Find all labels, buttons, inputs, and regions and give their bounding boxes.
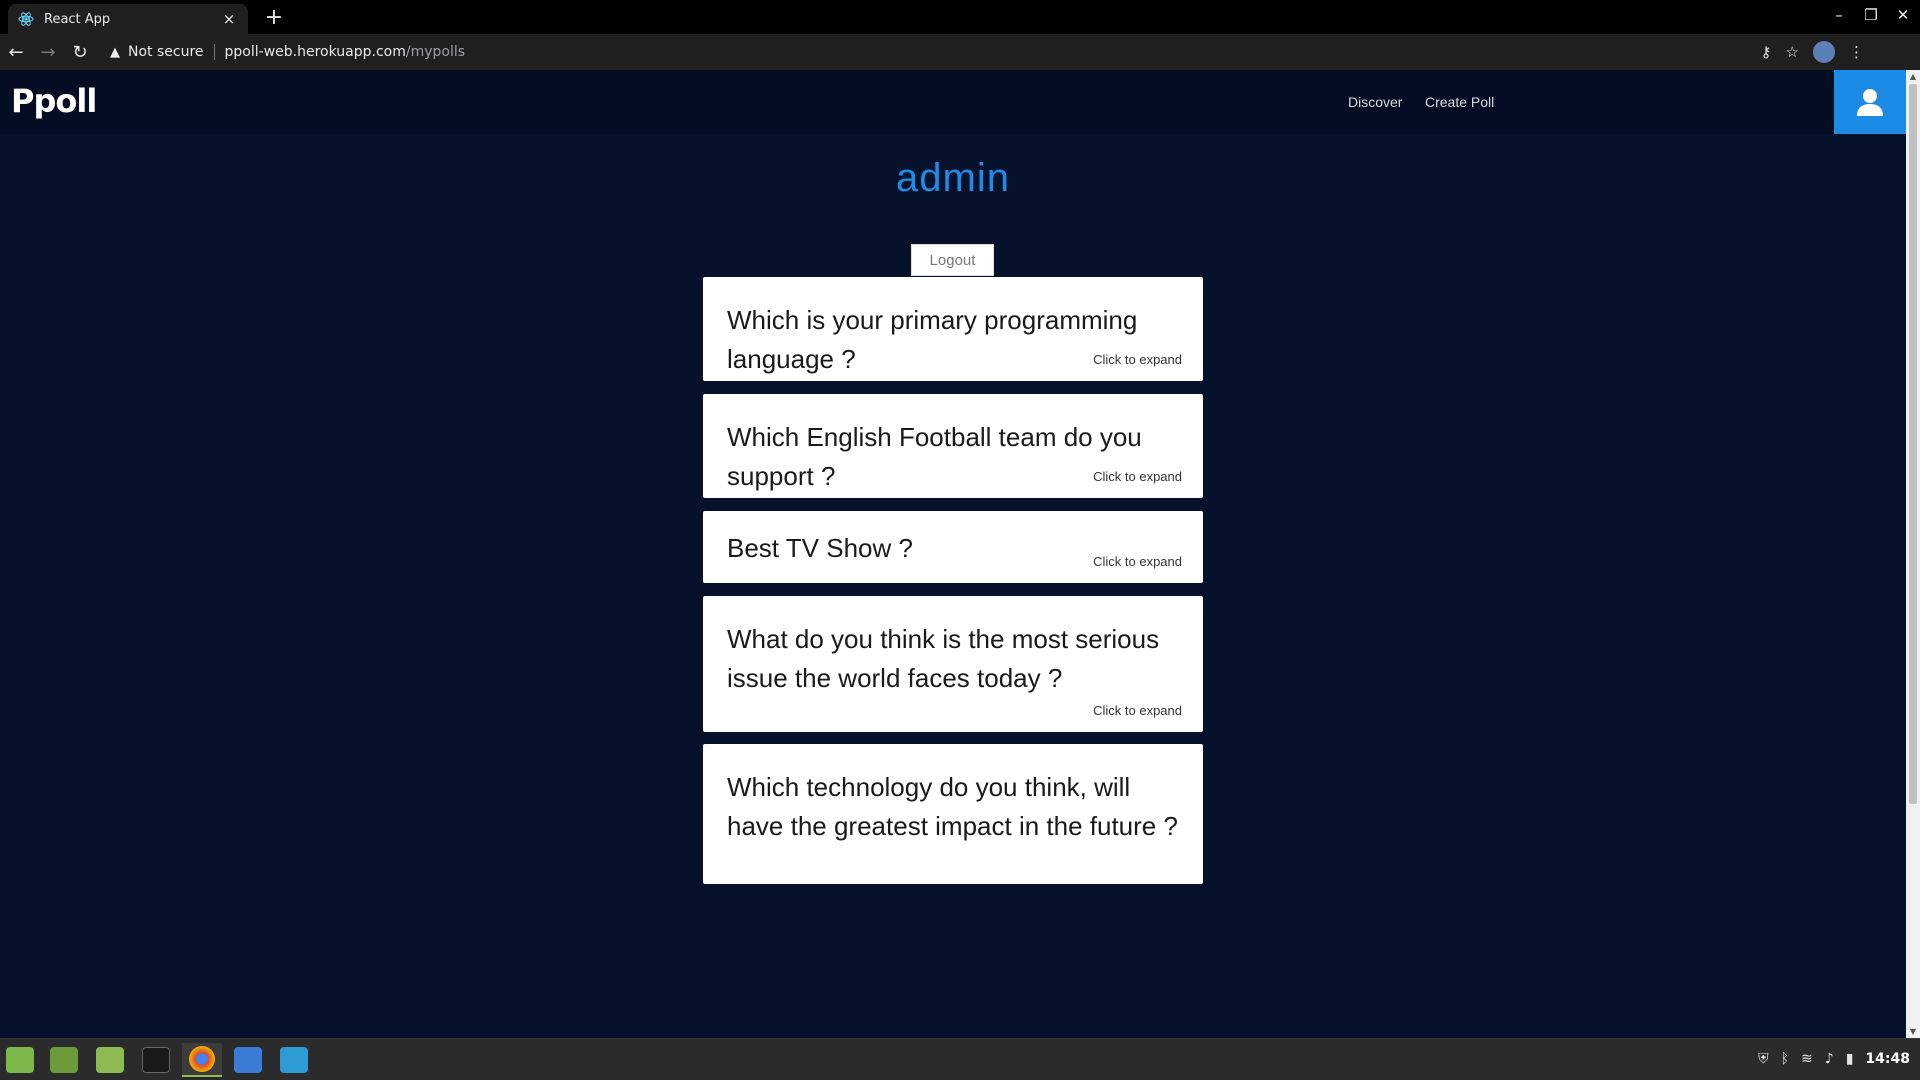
clock[interactable]: 14:48 — [1865, 1051, 1910, 1067]
new-tab-button[interactable]: + — [262, 6, 286, 30]
menu-kebab-icon[interactable]: ⋮ — [1849, 43, 1864, 61]
window-controls: – ❐ ✕ — [1830, 6, 1912, 24]
security-label: Not secure — [128, 44, 204, 60]
expand-hint: Click to expand — [1093, 469, 1182, 484]
poll-question: Which technology do you think, will have… — [727, 772, 1178, 841]
scroll-up-icon[interactable]: ▲ — [1906, 72, 1920, 81]
terminal-icon[interactable] — [136, 1043, 176, 1077]
browser-tab[interactable]: React App × — [8, 4, 248, 34]
file-manager-icon[interactable] — [90, 1043, 130, 1077]
url-host: ppoll-web.herokuapp.com — [224, 44, 406, 60]
tab-title: React App — [44, 11, 111, 27]
address-bar[interactable]: ▲ Not secure ppoll-web.herokuapp.com/myp… — [104, 38, 1874, 66]
tab-close-icon[interactable]: × — [220, 10, 238, 28]
poll-question: Which English Football team do you suppo… — [727, 422, 1142, 491]
key-icon[interactable]: ⚷ — [1761, 43, 1772, 61]
volume-icon[interactable]: ♪ — [1825, 1051, 1834, 1067]
browser-tab-strip: React App × + – ❐ ✕ — [0, 0, 1920, 34]
poll-question: What do you think is the most serious is… — [727, 624, 1160, 693]
address-separator — [213, 44, 215, 60]
poll-card[interactable]: Which technology do you think, will have… — [703, 744, 1203, 884]
screenshot-app-icon[interactable] — [228, 1043, 268, 1077]
app-logo[interactable]: Ppoll — [11, 82, 97, 120]
poll-card[interactable]: Best TV Show ? Click to expand — [703, 511, 1203, 583]
poll-card[interactable]: What do you think is the most serious is… — [703, 596, 1203, 732]
reload-icon[interactable]: ↻ — [64, 42, 96, 63]
user-icon — [1857, 89, 1883, 116]
expand-hint: Click to expand — [1093, 554, 1182, 569]
bookmark-star-icon[interactable]: ☆ — [1786, 43, 1799, 61]
settings-app-icon[interactable] — [274, 1043, 314, 1077]
nav-discover[interactable]: Discover — [1348, 94, 1402, 110]
expand-hint: Click to expand — [1093, 703, 1182, 718]
back-icon[interactable]: ← — [0, 42, 32, 63]
minimize-icon[interactable]: – — [1830, 6, 1848, 24]
wifi-icon[interactable]: ≋ — [1801, 1051, 1813, 1067]
forward-icon[interactable]: → — [32, 42, 64, 63]
bluetooth-icon[interactable]: ᛒ — [1781, 1051, 1789, 1067]
restore-icon[interactable]: ❐ — [1862, 6, 1880, 24]
scroll-down-icon[interactable]: ▼ — [1906, 1027, 1920, 1036]
toolbar-icons: ⚷ ☆ ⋮ — [1761, 41, 1874, 63]
nav-create-poll[interactable]: Create Poll — [1425, 94, 1494, 110]
poll-card[interactable]: Which is your primary programming langua… — [703, 277, 1203, 381]
poll-card[interactable]: Which English Football team do you suppo… — [703, 394, 1203, 498]
chrome-taskbar-icon[interactable] — [182, 1043, 222, 1077]
scrollbar-thumb[interactable] — [1909, 84, 1917, 804]
logout-button[interactable]: Logout — [911, 244, 994, 276]
user-menu-button[interactable] — [1834, 70, 1906, 134]
battery-icon[interactable]: ▮ — [1846, 1051, 1854, 1067]
close-window-icon[interactable]: ✕ — [1894, 6, 1912, 24]
profile-avatar-icon[interactable] — [1813, 41, 1835, 63]
poll-question: Which is your primary programming langua… — [727, 305, 1138, 374]
page-viewport: Ppoll Discover Create Poll admin Logout … — [0, 70, 1906, 1038]
react-icon — [18, 11, 34, 27]
system-tray: ⛨ ᛒ ≋ ♪ ▮ 14:48 — [1758, 1051, 1910, 1067]
mint-menu-icon[interactable] — [0, 1043, 40, 1077]
warning-icon: ▲ — [110, 44, 120, 60]
expand-hint: Click to expand — [1093, 352, 1182, 367]
app-navbar: Ppoll Discover Create Poll — [0, 70, 1906, 134]
os-taskbar: ⛨ ᛒ ≋ ♪ ▮ 14:48 — [0, 1038, 1920, 1080]
browser-toolbar: ← → ↻ ▲ Not secure ppoll-web.herokuapp.c… — [0, 34, 1920, 70]
profile-username: admin — [896, 156, 1010, 200]
show-desktop-icon[interactable] — [44, 1043, 84, 1077]
shield-icon[interactable]: ⛨ — [1758, 1051, 1769, 1067]
page-scrollbar[interactable]: ▲ ▼ — [1906, 70, 1920, 1038]
url-path: /mypolls — [405, 44, 466, 60]
